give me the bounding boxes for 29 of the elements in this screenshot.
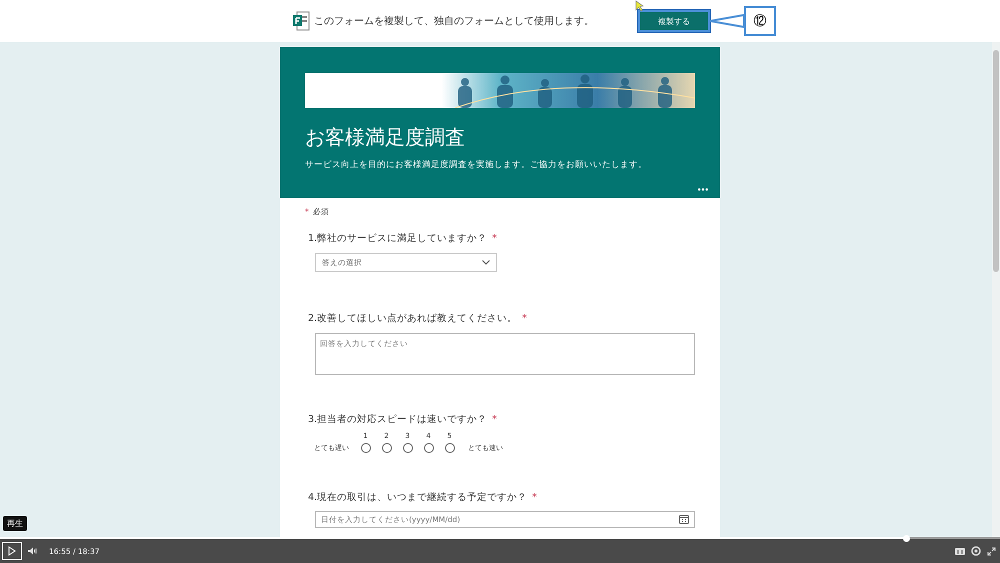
play-button[interactable] — [2, 542, 22, 560]
question-text: 3.担当者の対応スピードは速いですか？ * — [308, 413, 498, 426]
cursor-icon — [635, 0, 644, 12]
forms-app-icon — [292, 11, 310, 31]
question-text: 2.改善してほしい点があれば教えてください。 * — [308, 312, 528, 325]
radio-button[interactable] — [382, 443, 392, 453]
callout-pointer — [710, 14, 746, 28]
volume-icon[interactable] — [28, 547, 37, 555]
play-icon — [8, 546, 16, 556]
duplicate-button[interactable]: 複製する — [638, 10, 710, 32]
more-icon[interactable] — [698, 188, 708, 191]
callout-number: ⑫ — [744, 6, 776, 36]
banner-text: このフォームを複製して、独自のフォームとして使用します。 — [314, 14, 594, 28]
settings-icon[interactable] — [971, 546, 981, 556]
radio-button[interactable] — [424, 443, 434, 453]
question-text: 1.弊社のサービスに満足していますか？ * — [308, 232, 498, 245]
radio-button[interactable] — [402, 443, 412, 453]
scrollbar-thumb[interactable] — [993, 50, 999, 272]
chevron-down-icon — [482, 260, 490, 265]
captions-icon[interactable] — [955, 548, 965, 554]
radio-button[interactable] — [444, 443, 454, 453]
form-title: お客様満足度調査 — [305, 124, 466, 150]
question-text: 4.現在の取引は、いつまで継続する予定ですか？ * — [308, 491, 538, 504]
form-description: サービス向上を目的にお客様満足度調査を実施します。ご協力をお願いいたします。 — [305, 159, 648, 171]
play-tooltip: 再生 — [3, 516, 27, 531]
calendar-icon — [679, 515, 689, 524]
radio-button[interactable] — [360, 443, 370, 453]
progress-thumb[interactable] — [903, 535, 910, 542]
fullscreen-icon[interactable] — [987, 546, 996, 556]
